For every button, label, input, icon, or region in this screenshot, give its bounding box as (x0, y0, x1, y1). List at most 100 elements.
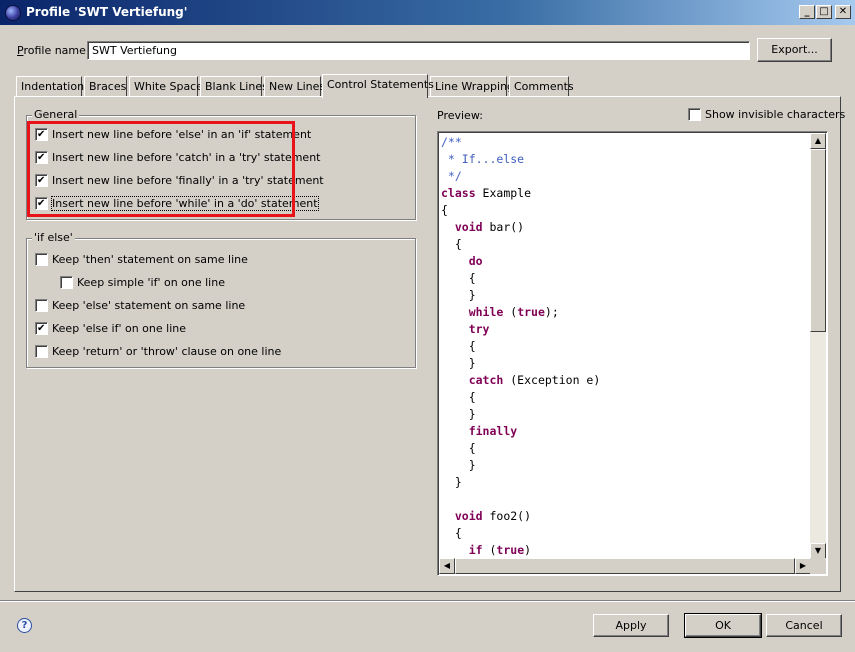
tab-blank-lines[interactable]: Blank Lines (200, 76, 268, 96)
export-button[interactable]: Export... (757, 38, 832, 62)
scroll-corner (810, 558, 826, 574)
code-line: { (441, 525, 600, 542)
tab-comments[interactable]: Comments (509, 76, 574, 96)
close-button[interactable]: ✕ (835, 5, 851, 19)
tab-line-wrapping[interactable]: Line Wrapping (430, 76, 514, 96)
code-line: while (true); (441, 304, 600, 321)
tab-new-lines[interactable]: New Lines (264, 76, 325, 96)
code-line: { (441, 440, 600, 457)
code-text: } (441, 458, 476, 472)
code-line: } (441, 457, 600, 474)
help-icon[interactable]: ? (17, 618, 32, 633)
show-invisible-label: Show invisible characters (705, 108, 846, 121)
code-line: } (441, 474, 600, 491)
code-line: * If...else (441, 151, 600, 168)
code-line: do (441, 253, 600, 270)
code-text: bar() (482, 220, 525, 234)
code-text: { (441, 526, 462, 540)
code-keyword: class (441, 186, 476, 200)
highlight-box (27, 121, 295, 217)
keep-then-same-line-label: Keep 'then' statement on same line (52, 253, 248, 266)
minimize-button[interactable]: _ (799, 5, 815, 19)
show-invisible-checkbox[interactable] (688, 108, 701, 121)
keep-return-throw-label: Keep 'return' or 'throw' clause on one l… (52, 345, 282, 358)
profile-name-label: Profile name: (17, 44, 90, 57)
code-text: ( (503, 305, 518, 319)
apply-button[interactable]: Apply (593, 614, 669, 637)
code-comment: /** (441, 135, 462, 149)
code-keyword: void (454, 509, 483, 523)
code-keyword: do (468, 254, 483, 268)
scroll-right-arrow-icon[interactable]: ▶ (795, 558, 811, 574)
code-text: (Exception e) (503, 373, 601, 387)
cancel-button[interactable]: Cancel (766, 614, 842, 637)
horizontal-scroll-thumb[interactable] (455, 558, 795, 574)
code-text: { (441, 390, 476, 404)
ok-button[interactable]: OK (684, 613, 762, 638)
code-text: ); (544, 305, 559, 319)
code-keyword: true (496, 543, 525, 557)
code-line: try (441, 321, 600, 338)
eclipse-icon (5, 5, 21, 21)
code-line: void foo2() (441, 508, 600, 525)
vertical-scroll-thumb[interactable] (810, 149, 826, 332)
code-line: if (true) (441, 542, 600, 559)
code-line: /** (441, 134, 600, 151)
keep-else-if-label: Keep 'else if' on one line (52, 322, 186, 335)
vertical-scrollbar[interactable]: ▲ ▼ (810, 133, 826, 559)
maximize-button[interactable]: □ (816, 5, 832, 19)
code-line: { (441, 389, 600, 406)
keep-simple-if-label: Keep simple 'if' on one line (77, 276, 225, 289)
code-keyword: if (468, 543, 483, 557)
code-line: } (441, 355, 600, 372)
code-text: ( (482, 543, 497, 557)
code-line: { (441, 338, 600, 355)
code-text: } (441, 356, 476, 370)
code-text: } (441, 475, 462, 489)
if-else-group-title: 'if else' (32, 231, 75, 244)
tab-braces[interactable]: Braces (84, 76, 127, 96)
tab-control-statements[interactable]: Control Statements (322, 74, 434, 98)
tab-indentation[interactable]: Indentation (16, 76, 84, 96)
code-keyword: try (468, 322, 490, 336)
code-comment: */ (441, 169, 462, 183)
code-line: void bar() (441, 219, 600, 236)
code-line: */ (441, 168, 600, 185)
code-keyword: while (468, 305, 504, 319)
profile-name-input[interactable]: SWT Vertiefung (87, 41, 750, 60)
keep-else-same-line-checkbox[interactable] (35, 299, 48, 312)
keep-else-if-checkbox[interactable] (35, 322, 48, 335)
scroll-left-arrow-icon[interactable]: ◀ (439, 558, 455, 574)
window-title: Profile 'SWT Vertiefung' (26, 5, 188, 19)
preview-code-area[interactable]: /** * If...else */class Example{ void ba… (437, 131, 828, 576)
code-text: { (441, 237, 462, 251)
keep-simple-if-checkbox[interactable] (60, 276, 73, 289)
general-group-title: General (32, 108, 80, 121)
horizontal-scrollbar[interactable]: ◀ ▶ (439, 558, 811, 574)
scroll-down-arrow-icon[interactable]: ▼ (810, 543, 826, 559)
code-comment: * If...else (441, 152, 525, 166)
title-bar[interactable]: Profile 'SWT Vertiefung' _ □ ✕ (0, 0, 855, 25)
code-line: { (441, 236, 600, 253)
code-text: { (441, 339, 476, 353)
keep-else-same-line-label: Keep 'else' statement on same line (52, 299, 246, 312)
code-keyword: void (454, 220, 483, 234)
code-line: } (441, 406, 600, 423)
code-keyword: finally (468, 424, 518, 438)
separator-highlight (0, 601, 855, 602)
code-line: catch (Exception e) (441, 372, 601, 389)
keep-return-throw-checkbox[interactable] (35, 345, 48, 358)
keep-then-same-line-checkbox[interactable] (35, 253, 48, 266)
code-keyword: catch (468, 373, 504, 387)
scroll-up-arrow-icon[interactable]: ▲ (810, 133, 826, 149)
code-text: foo2() (482, 509, 532, 523)
profile-name-label-text: rofile name: (23, 44, 90, 57)
tab-white-space[interactable]: White Space (129, 76, 203, 96)
code-line: { (441, 202, 600, 219)
